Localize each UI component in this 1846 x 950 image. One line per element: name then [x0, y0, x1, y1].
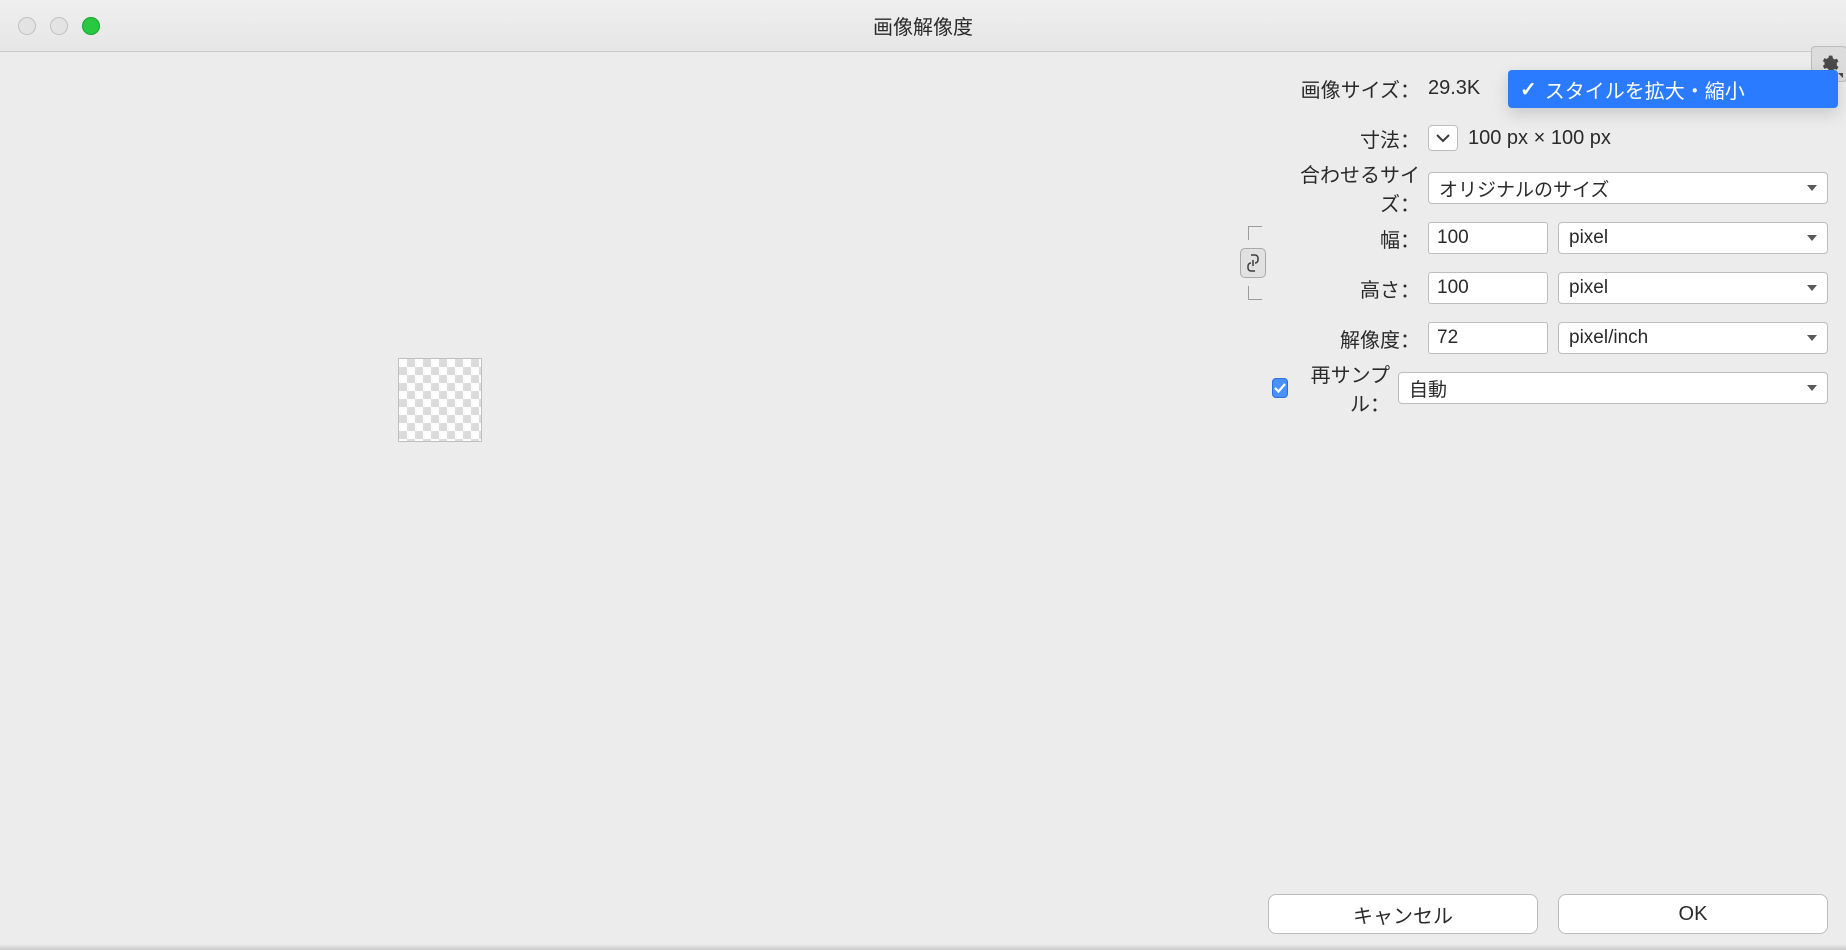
- window-zoom-button[interactable]: [82, 17, 100, 35]
- resolution-row: 解像度： pixel/inch: [1268, 322, 1828, 354]
- chevron-down-icon: [1436, 133, 1450, 143]
- dimensions-value: 100 px × 100 px: [1468, 127, 1611, 150]
- dimensions-label: 寸法：: [1268, 124, 1428, 153]
- link-bracket: [1238, 222, 1268, 304]
- width-row: 幅： pixel: [1268, 222, 1828, 254]
- width-label: 幅：: [1268, 224, 1428, 253]
- footer-buttons: キャンセル OK: [1268, 894, 1828, 934]
- resample-select[interactable]: 自動: [1398, 372, 1828, 404]
- dialog-content: ✓ スタイルを拡大・縮小 画像サイズ： 29.3K 寸法： 100 px × 1…: [0, 52, 1846, 950]
- dimensions-unit-button[interactable]: [1428, 125, 1458, 151]
- window-close-button[interactable]: [18, 17, 36, 35]
- check-icon: ✓: [1520, 77, 1537, 102]
- ok-button-label: OK: [1679, 903, 1708, 926]
- width-unit-select[interactable]: pixel: [1558, 222, 1828, 254]
- resample-label: 再サンプル：: [1296, 359, 1390, 417]
- titlebar: 画像解像度: [0, 0, 1846, 52]
- height-unit-value: pixel: [1569, 277, 1608, 299]
- height-label: 高さ：: [1268, 274, 1428, 303]
- image-size-label: 画像サイズ：: [1268, 74, 1428, 103]
- traffic-lights: [18, 17, 100, 35]
- settings-popup-item[interactable]: ✓ スタイルを拡大・縮小: [1508, 70, 1838, 108]
- height-unit-select[interactable]: pixel: [1558, 272, 1828, 304]
- link-icon: [1247, 254, 1259, 272]
- resolution-unit-value: pixel/inch: [1569, 327, 1648, 349]
- cancel-button-label: キャンセル: [1353, 900, 1453, 929]
- resample-value: 自動: [1409, 375, 1447, 402]
- resolution-unit-select[interactable]: pixel/inch: [1558, 322, 1828, 354]
- width-unit-value: pixel: [1569, 227, 1608, 249]
- height-input[interactable]: [1428, 272, 1548, 304]
- window-minimize-button[interactable]: [50, 17, 68, 35]
- height-row: 高さ： pixel: [1268, 272, 1828, 304]
- image-size-value: 29.3K: [1428, 77, 1480, 100]
- width-input[interactable]: [1428, 222, 1548, 254]
- fit-size-select[interactable]: オリジナルのサイズ: [1428, 172, 1828, 204]
- resample-row: 再サンプル： 自動: [1268, 372, 1828, 404]
- dimensions-row: 寸法： 100 px × 100 px: [1268, 122, 1828, 154]
- bottom-shadow: [0, 944, 1846, 950]
- fit-size-row: 合わせるサイズ： オリジナルのサイズ: [1268, 172, 1828, 204]
- window-title: 画像解像度: [873, 11, 973, 40]
- popup-item-label: スタイルを拡大・縮小: [1545, 75, 1745, 104]
- resolution-label: 解像度：: [1268, 324, 1428, 353]
- dropdown-indicator-icon: [1838, 73, 1843, 78]
- resample-checkbox[interactable]: [1272, 378, 1288, 398]
- cancel-button[interactable]: キャンセル: [1268, 894, 1538, 934]
- form: 画像サイズ： 29.3K 寸法： 100 px × 100 px 合わせるサイズ…: [1268, 72, 1828, 422]
- check-icon: [1273, 382, 1287, 394]
- resolution-input[interactable]: [1428, 322, 1548, 354]
- image-preview: [398, 358, 482, 442]
- fit-size-value: オリジナルのサイズ: [1439, 175, 1609, 202]
- constrain-proportions-button[interactable]: [1240, 248, 1266, 278]
- fit-size-label: 合わせるサイズ：: [1268, 159, 1428, 217]
- width-height-block: 幅： pixel 高さ： pixel: [1268, 222, 1828, 304]
- ok-button[interactable]: OK: [1558, 894, 1828, 934]
